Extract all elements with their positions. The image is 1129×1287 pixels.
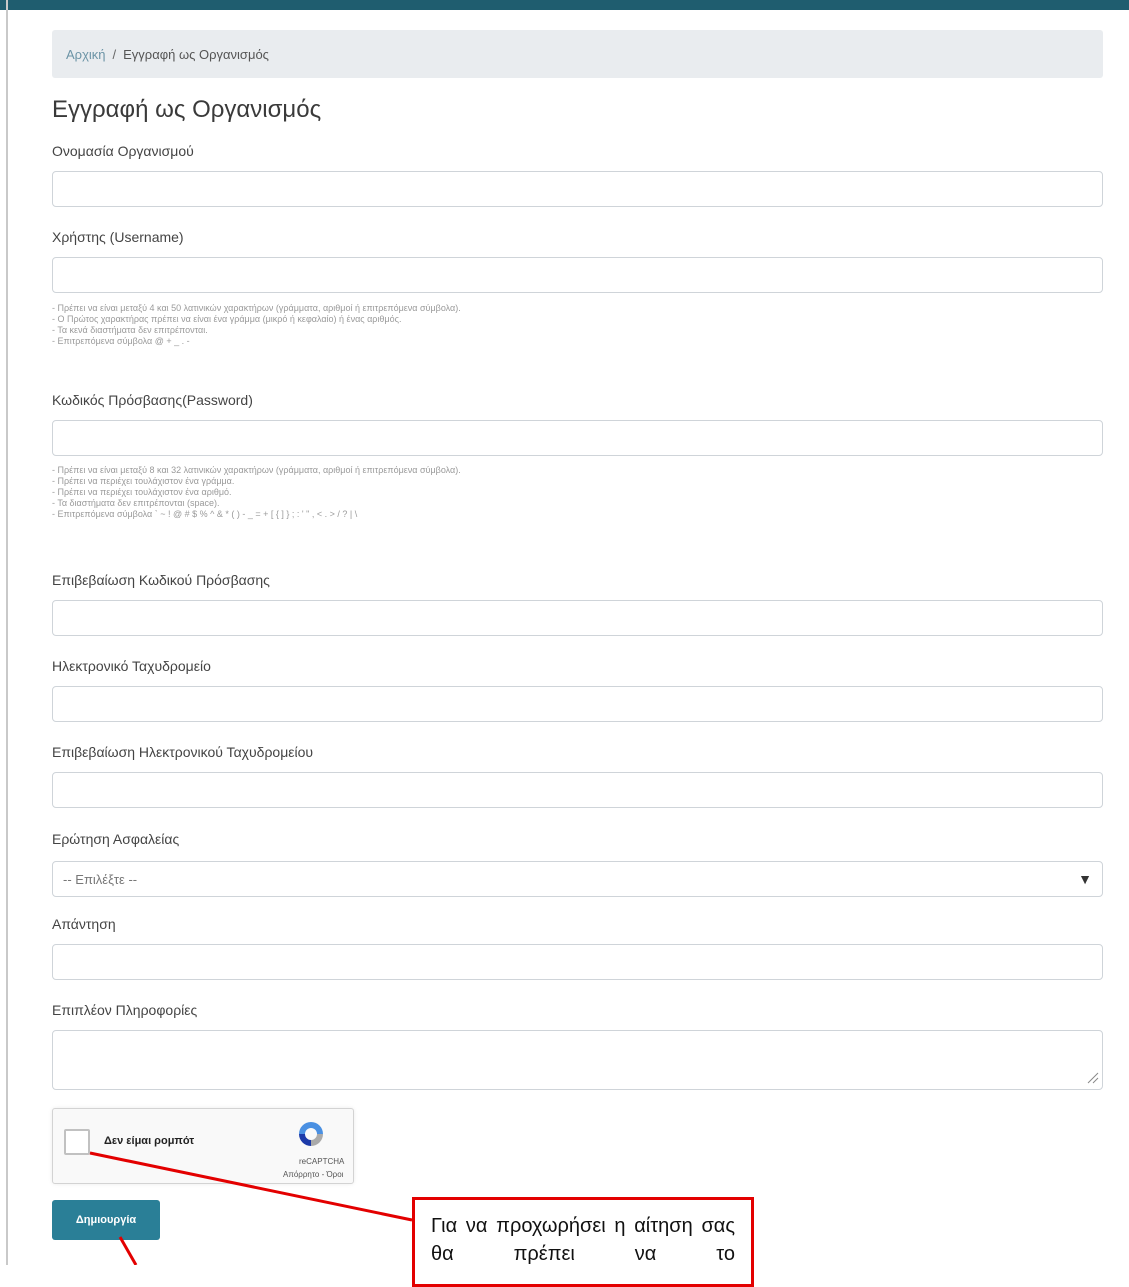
username-hint: - Τα κενά διαστήματα δεν επιτρέπονται. bbox=[52, 325, 208, 335]
breadcrumb-separator: / bbox=[112, 46, 117, 62]
security-question-selected: -- Επιλέξτε -- bbox=[63, 871, 138, 887]
top-accent-bar bbox=[0, 0, 1129, 10]
security-question-select[interactable]: -- Επιλέξτε -- ▼ bbox=[52, 861, 1103, 897]
annotation-arrow-to-button bbox=[118, 1236, 138, 1265]
breadcrumb-home-link[interactable]: Αρχική bbox=[66, 47, 106, 62]
recaptcha-widget: Δεν είμαι ρομπότ reCAPTCHA Απόρρητο - Όρ… bbox=[52, 1108, 354, 1184]
annotation-callout: Για να προχωρήσει η αίτηση σας θα πρέπει… bbox=[412, 1197, 754, 1287]
org-name-input[interactable] bbox=[52, 171, 1103, 207]
username-input[interactable] bbox=[52, 257, 1103, 293]
password-confirm-label: Επιβεβαίωση Κωδικού Πρόσβασης bbox=[52, 572, 270, 588]
breadcrumb: Αρχική / Εγγραφή ως Οργανισμός bbox=[52, 30, 1103, 78]
email-confirm-input[interactable] bbox=[52, 772, 1103, 808]
breadcrumb-current: Εγγραφή ως Οργανισμός bbox=[123, 46, 269, 62]
username-hints: - Πρέπει να είναι μεταξύ 4 και 50 λατινι… bbox=[52, 303, 461, 347]
answer-label: Απάντηση bbox=[52, 916, 116, 932]
security-question-label: Ερώτηση Ασφαλείας bbox=[52, 831, 180, 847]
create-button[interactable]: Δημιουργία bbox=[52, 1200, 160, 1240]
email-confirm-label: Επιβεβαίωση Ηλεκτρονικού Ταχυδρομείου bbox=[52, 744, 314, 760]
password-hint: - Επιτρεπόμενα σύμβολα ` ~ ! @ # $ % ^ &… bbox=[52, 509, 358, 519]
password-hint: - Τα διαστήματα δεν επιτρέπονται (space)… bbox=[52, 498, 220, 508]
password-hint: - Πρέπει να περιέχει τουλάχιστον ένα αρι… bbox=[52, 487, 232, 497]
recaptcha-logo-icon bbox=[299, 1122, 323, 1146]
email-input[interactable] bbox=[52, 686, 1103, 722]
password-confirm-input[interactable] bbox=[52, 600, 1103, 636]
username-hint: - Επιτρεπόμενα σύμβολα @ + _ . - bbox=[52, 336, 190, 346]
answer-input[interactable] bbox=[52, 944, 1103, 980]
username-hint: - Ο Πρώτος χαρακτήρας πρέπει να είναι έν… bbox=[52, 314, 402, 324]
username-label: Χρήστης (Username) bbox=[52, 229, 184, 245]
password-hints: - Πρέπει να είναι μεταξύ 8 και 32 λατινι… bbox=[52, 465, 461, 520]
password-label: Κωδικός Πρόσβασης(Password) bbox=[52, 392, 253, 408]
recaptcha-label: Δεν είμαι ρομπότ bbox=[104, 1135, 195, 1147]
org-name-label: Ονομασία Οργανισμού bbox=[52, 143, 194, 159]
email-label: Ηλεκτρονικό Ταχυδρομείο bbox=[52, 658, 211, 674]
extra-info-label: Επιπλέον Πληροφορίες bbox=[52, 1002, 198, 1018]
password-hint: - Πρέπει να περιέχει τουλάχιστον ένα γρά… bbox=[52, 476, 235, 486]
extra-info-textarea[interactable] bbox=[52, 1030, 1103, 1090]
password-input[interactable] bbox=[52, 420, 1103, 456]
recaptcha-brand: reCAPTCHA bbox=[299, 1157, 345, 1166]
page-title: Εγγραφή ως Οργανισμός bbox=[52, 96, 322, 123]
username-hint: - Πρέπει να είναι μεταξύ 4 και 50 λατινι… bbox=[52, 303, 461, 313]
dropdown-arrow-icon: ▼ bbox=[1078, 871, 1092, 887]
password-hint: - Πρέπει να είναι μεταξύ 8 και 32 λατινι… bbox=[52, 465, 461, 475]
left-border bbox=[6, 0, 8, 1265]
resize-handle-icon[interactable] bbox=[1085, 1070, 1099, 1084]
recaptcha-checkbox[interactable] bbox=[64, 1129, 90, 1155]
recaptcha-privacy-link[interactable]: Απόρρητο - Όροι bbox=[283, 1170, 343, 1179]
